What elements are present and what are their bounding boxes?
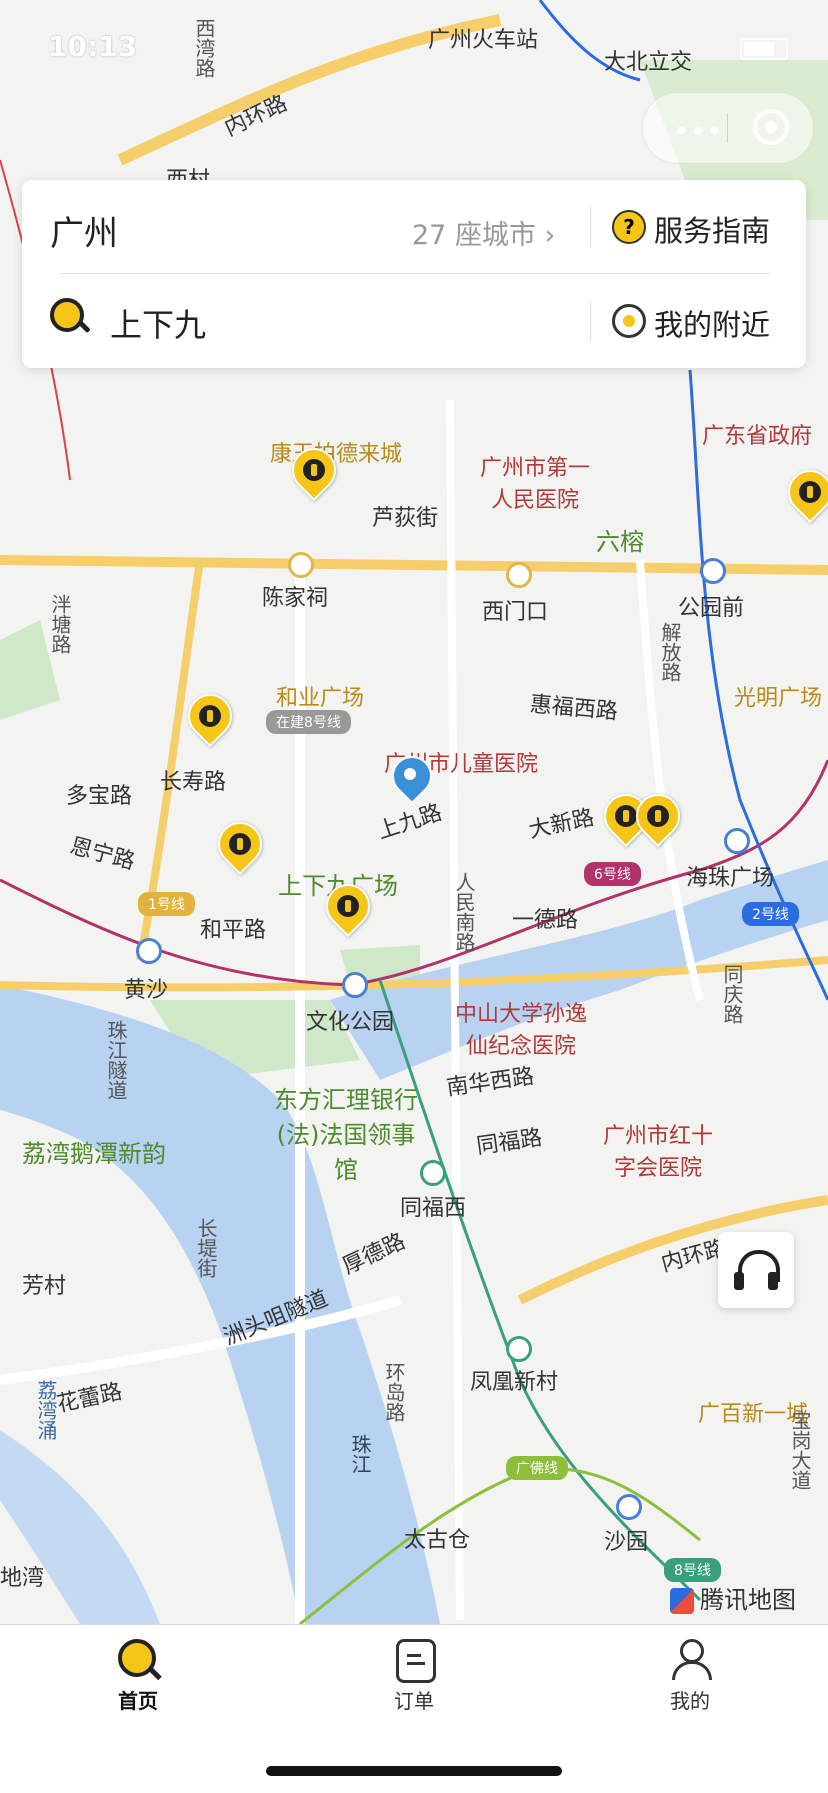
map-label: 人民南路: [452, 872, 476, 952]
map-label: 公园前: [678, 596, 745, 621]
divider: [590, 207, 591, 247]
map-label: 芦荻街: [372, 506, 439, 531]
cabinet-marker-icon[interactable]: [282, 438, 346, 510]
metro-station-icon: [342, 972, 368, 998]
cabinet-marker-icon[interactable]: [778, 460, 828, 532]
capsule-divider: [727, 113, 728, 143]
map-label: 文化公园: [306, 1010, 395, 1035]
map-label: 黄沙: [124, 978, 169, 1003]
map-label: 解放路: [658, 622, 682, 682]
map-label: 长寿路: [160, 770, 227, 795]
city-count-text: 27 座城市: [412, 220, 536, 251]
map-label: 芳村: [22, 1274, 67, 1299]
nearby-button[interactable]: 我的附近: [654, 302, 770, 344]
map-label: 海珠广场: [686, 866, 775, 891]
map-label: 太古仓: [404, 1528, 471, 1553]
map-label: 和平路: [200, 918, 267, 943]
tencent-map-logo-icon: [670, 1588, 694, 1614]
service-guide-button[interactable]: 服务指南: [654, 208, 770, 250]
map-label: 光明广场: [734, 686, 823, 711]
metro-station-icon: [288, 552, 314, 578]
home-indicator: [266, 1766, 562, 1776]
map-label: 荔湾涌: [34, 1380, 58, 1440]
battery-icon: [740, 38, 788, 60]
map-label: 沙园: [604, 1530, 649, 1555]
chevron-right-icon: ›: [544, 220, 556, 251]
map-label: 广东省政府: [702, 424, 813, 449]
tab-me[interactable]: 我的: [552, 1625, 828, 1735]
map-label: 同庆路: [720, 964, 744, 1024]
map-label: 多宝路: [66, 784, 133, 809]
map-label: 凤凰新村: [470, 1370, 559, 1395]
more-icon[interactable]: •••: [673, 115, 723, 148]
map-label: 荔湾鹅潭新韵: [22, 1140, 166, 1168]
map-label: 和业广场: [276, 686, 365, 711]
map-label: 西门口: [482, 600, 549, 625]
map-label: 一德路: [512, 908, 579, 933]
map-label: 六榕: [596, 528, 644, 556]
map-label: 同福西: [400, 1196, 467, 1221]
tab-orders[interactable]: 订单: [276, 1625, 552, 1735]
metro-badge: 8号线: [664, 1558, 721, 1582]
metro-badge: 1号线: [138, 892, 195, 916]
metro-badge: 广佛线: [506, 1456, 568, 1480]
map-label: 陈家祠: [262, 586, 329, 611]
metro-station-icon: [136, 938, 162, 964]
map-label: 地湾: [0, 1566, 45, 1591]
map-label: 珠江隧道: [104, 1020, 128, 1100]
search-card: 广州 27 座城市 › ? 服务指南 上下九 我的附近: [22, 180, 806, 368]
map-attribution: 腾讯地图: [670, 1580, 796, 1615]
divider: [590, 301, 591, 341]
cabinet-marker-icon[interactable]: [626, 784, 690, 856]
metro-station-icon: [506, 562, 532, 588]
cabinet-marker-icon[interactable]: [178, 684, 242, 756]
map-label: 广州市红十字会医院: [602, 1124, 713, 1181]
metro-station-icon: [700, 558, 726, 584]
close-target-icon[interactable]: [753, 109, 789, 145]
search-row: 上下九 我的附近: [22, 274, 806, 368]
city-row: 广州 27 座城市 › ? 服务指南: [22, 180, 806, 274]
search-input[interactable]: 上下九: [110, 300, 206, 346]
metro-badge: 2号线: [742, 902, 799, 926]
search-icon: [118, 1639, 162, 1681]
map-label: 长堤街: [194, 1218, 218, 1278]
map-label: 宝岗大道: [788, 1410, 812, 1490]
map-label: 东方汇理银行(法)法国领事馆: [274, 1086, 418, 1184]
user-icon: [670, 1639, 712, 1680]
search-icon: [50, 298, 91, 338]
metro-station-icon: [724, 828, 750, 854]
orders-icon: [394, 1639, 436, 1683]
tab-label: 首页: [118, 1689, 158, 1713]
status-bar: 10:13: [0, 0, 828, 90]
location-pin-icon: [383, 747, 441, 806]
city-count-link[interactable]: 27 座城市 ›: [412, 213, 555, 252]
customer-service-button[interactable]: [718, 1232, 794, 1308]
city-name[interactable]: 广州: [50, 206, 118, 255]
cabinet-marker-icon[interactable]: [316, 874, 380, 946]
metro-station-icon: [506, 1336, 532, 1362]
metro-badge: 在建8号线: [266, 710, 351, 734]
map-label: 中山大学孙逸仙纪念医院: [454, 1002, 587, 1059]
map-label: 广州市第一人民医院: [479, 456, 590, 513]
question-icon[interactable]: ?: [612, 210, 646, 244]
map-label: 泮塘路: [48, 594, 72, 654]
tab-label: 订单: [394, 1689, 434, 1713]
metro-station-icon: [420, 1160, 446, 1186]
metro-badge: 6号线: [584, 862, 641, 886]
map-label: 环岛路: [382, 1362, 406, 1422]
metro-station-icon: [616, 1494, 642, 1520]
miniprogram-capsule: •••: [642, 92, 814, 164]
tab-home[interactable]: 首页: [0, 1625, 276, 1735]
locate-icon[interactable]: [612, 304, 646, 338]
map-attribution-text: 腾讯地图: [700, 1586, 796, 1614]
cabinet-marker-icon[interactable]: [208, 812, 272, 884]
map-label: 珠江: [348, 1434, 372, 1474]
tab-label: 我的: [670, 1689, 710, 1713]
status-time: 10:13: [48, 30, 138, 63]
